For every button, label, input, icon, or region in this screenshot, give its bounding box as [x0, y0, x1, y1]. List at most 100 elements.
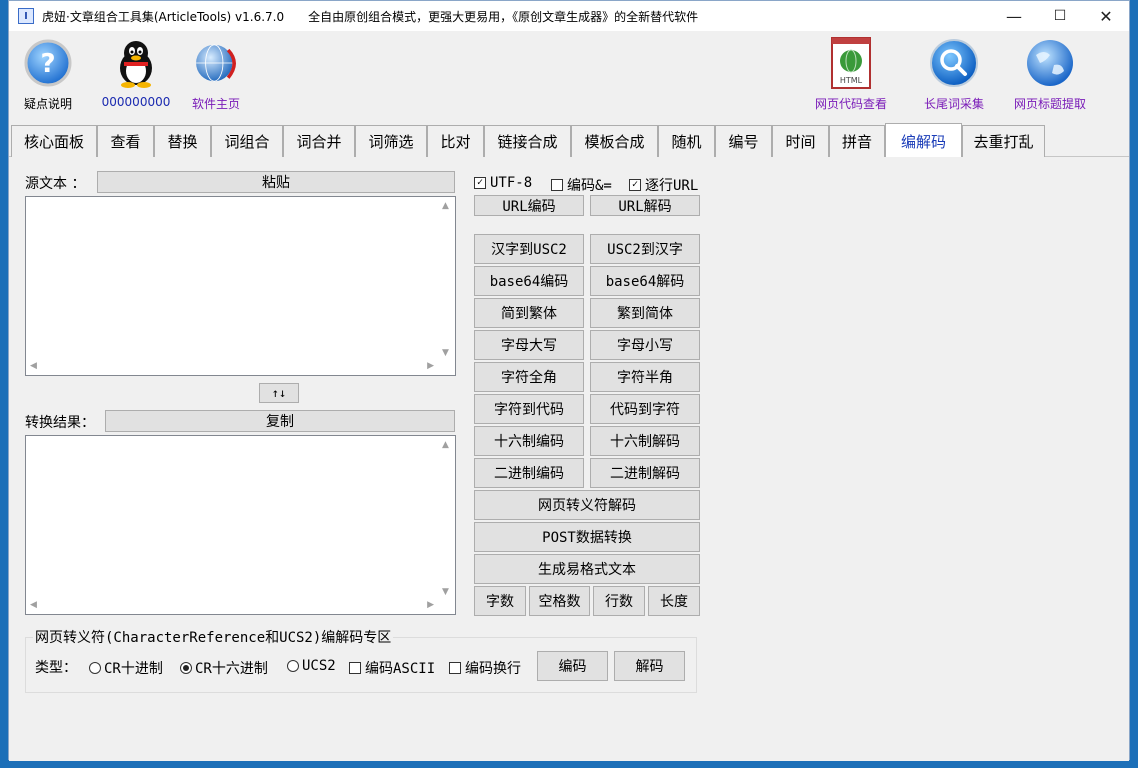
title-extract-tool[interactable]: 网页标题提取: [1005, 37, 1095, 112]
minimize-button[interactable]: —: [991, 1, 1037, 31]
homepage-label: 软件主页: [191, 97, 240, 111]
simplified-to-traditional-button[interactable]: 简到繁体: [474, 298, 584, 328]
halfwidth-button[interactable]: 字符半角: [590, 362, 700, 392]
scroll-left-icon[interactable]: ◀: [30, 600, 37, 610]
svg-text:?: ?: [40, 49, 55, 79]
app-icon: I: [18, 8, 34, 24]
hex-encode-button[interactable]: 十六制编码: [474, 426, 584, 456]
source-vertical-scrollbar[interactable]: ▲ ▼: [438, 197, 455, 360]
tab-pinyin[interactable]: 拼音: [829, 125, 885, 157]
tab-view[interactable]: 查看: [97, 125, 154, 157]
tab-numbering[interactable]: 编号: [715, 125, 772, 157]
window-title: 虎妞·文章组合工具集(ArticleTools) v1.6.7.0: [42, 9, 285, 24]
tab-template[interactable]: 模板合成: [571, 125, 658, 157]
source-label: 源文本 ：: [25, 176, 86, 192]
tab-dedupe-shuffle[interactable]: 去重打乱: [962, 125, 1045, 157]
traditional-to-simplified-button[interactable]: 繁到简体: [590, 298, 700, 328]
qq-label: 000000000: [101, 95, 171, 109]
checkbox-unchecked-icon: [449, 662, 461, 674]
result-textarea[interactable]: ▲ ▼ ◀ ▶: [25, 435, 456, 615]
longtail-tool[interactable]: 长尾词采集: [909, 37, 999, 112]
toolbar: ? 疑点说明 000000000 软件主页 HTML 网页代码查看 长尾词采集 …: [9, 31, 1129, 121]
help-tool[interactable]: ? 疑点说明: [3, 37, 93, 112]
easy-format-button[interactable]: 生成易格式文本: [474, 554, 700, 584]
hanzi-to-usc2-button[interactable]: 汉字到USC2: [474, 234, 584, 264]
checkbox-unchecked-icon: [551, 179, 563, 191]
result-vertical-scrollbar[interactable]: ▲ ▼: [438, 436, 455, 599]
tab-core-panel[interactable]: 核心面板: [11, 125, 97, 157]
post-convert-button[interactable]: POST数据转换: [474, 522, 700, 552]
uppercase-button[interactable]: 字母大写: [474, 330, 584, 360]
tab-encode-decode[interactable]: 编解码: [885, 123, 962, 158]
main-window: I 虎妞·文章组合工具集(ArticleTools) v1.6.7.0 全自由原…: [8, 0, 1130, 761]
usc2-to-hanzi-button[interactable]: USC2到汉字: [590, 234, 700, 264]
homepage-tool[interactable]: 软件主页: [171, 37, 261, 112]
char-to-code-button[interactable]: 字符到代码: [474, 394, 584, 424]
earth-icon: [1024, 37, 1076, 89]
scroll-right-icon[interactable]: ▶: [427, 600, 434, 610]
radio-cr-hex[interactable]: CR十六进制: [180, 658, 268, 678]
qq-penguin-icon: [110, 37, 162, 89]
code-to-char-button[interactable]: 代码到字符: [590, 394, 700, 424]
tab-time[interactable]: 时间: [772, 125, 829, 157]
swap-button[interactable]: ↑↓: [259, 383, 299, 403]
encode-amp-checkbox[interactable]: 编码&=: [551, 175, 612, 195]
checkbox-checked-icon: ✓: [474, 177, 486, 189]
html-entity-decode-button[interactable]: 网页转义符解码: [474, 490, 700, 520]
charref-decode-button[interactable]: 解码: [614, 651, 685, 681]
char-count-button[interactable]: 字数: [474, 586, 526, 616]
tab-compare[interactable]: 比对: [427, 125, 484, 157]
maximize-button[interactable]: ☐: [1037, 1, 1083, 31]
paste-button[interactable]: 粘贴: [97, 171, 455, 193]
result-label: 转换结果：: [25, 415, 95, 431]
globe-icon: [190, 37, 242, 89]
qq-tool[interactable]: 000000000: [91, 37, 181, 109]
length-button[interactable]: 长度: [648, 586, 700, 616]
url-decode-button[interactable]: URL解码: [590, 195, 700, 216]
binary-decode-button[interactable]: 二进制解码: [590, 458, 700, 488]
radio-ucs2[interactable]: UCS2: [287, 658, 336, 674]
magnifier-icon: [928, 37, 980, 89]
space-count-button[interactable]: 空格数: [529, 586, 590, 616]
scroll-right-icon[interactable]: ▶: [427, 361, 434, 371]
binary-encode-button[interactable]: 二进制编码: [474, 458, 584, 488]
tab-bar: 核心面板 查看 替换 词组合 词合并 词筛选 比对 链接合成 模板合成 随机 编…: [9, 123, 1129, 158]
url-encode-button[interactable]: URL编码: [474, 195, 584, 216]
scroll-up-icon[interactable]: ▲: [442, 201, 449, 211]
utf8-checkbox[interactable]: ✓ UTF-8: [474, 175, 532, 191]
charref-encode-button[interactable]: 编码: [537, 651, 608, 681]
base64-decode-button[interactable]: base64解码: [590, 266, 700, 296]
code-view-label: 网页代码查看: [814, 97, 887, 111]
encode-newline-checkbox[interactable]: 编码换行: [449, 658, 521, 678]
lowercase-button[interactable]: 字母小写: [590, 330, 700, 360]
scroll-down-icon[interactable]: ▼: [442, 348, 449, 358]
charref-group-title: 网页转义符(CharacterReference和UCS2)编解码专区: [33, 627, 394, 647]
radio-unselected-icon: [287, 660, 299, 672]
longtail-label: 长尾词采集: [923, 97, 984, 111]
per-line-url-checkbox[interactable]: ✓ 逐行URL: [629, 175, 698, 195]
tab-word-combine[interactable]: 词组合: [211, 125, 283, 157]
encode-ascii-checkbox[interactable]: 编码ASCII: [349, 658, 435, 678]
close-button[interactable]: ✕: [1083, 1, 1129, 31]
source-textarea[interactable]: ▲ ▼ ◀ ▶: [25, 196, 456, 376]
scroll-left-icon[interactable]: ◀: [30, 361, 37, 371]
tab-random[interactable]: 随机: [658, 125, 715, 157]
title-bar: I 虎妞·文章组合工具集(ArticleTools) v1.6.7.0 全自由原…: [9, 1, 1129, 31]
line-count-button[interactable]: 行数: [593, 586, 645, 616]
scroll-down-icon[interactable]: ▼: [442, 587, 449, 597]
source-horizontal-scrollbar[interactable]: ◀ ▶: [26, 358, 438, 375]
copy-button[interactable]: 复制: [105, 410, 455, 432]
help-icon: ?: [22, 37, 74, 89]
tab-replace[interactable]: 替换: [154, 125, 211, 157]
tab-link-compose[interactable]: 链接合成: [484, 125, 571, 157]
result-horizontal-scrollbar[interactable]: ◀ ▶: [26, 597, 438, 614]
radio-cr-decimal[interactable]: CR十进制: [89, 658, 163, 678]
tab-word-merge[interactable]: 词合并: [283, 125, 355, 157]
hex-decode-button[interactable]: 十六制解码: [590, 426, 700, 456]
fullwidth-button[interactable]: 字符全角: [474, 362, 584, 392]
radio-unselected-icon: [89, 662, 101, 674]
code-view-tool[interactable]: HTML 网页代码查看: [806, 37, 896, 112]
scroll-up-icon[interactable]: ▲: [442, 440, 449, 450]
tab-word-filter[interactable]: 词筛选: [355, 125, 427, 157]
base64-encode-button[interactable]: base64编码: [474, 266, 584, 296]
